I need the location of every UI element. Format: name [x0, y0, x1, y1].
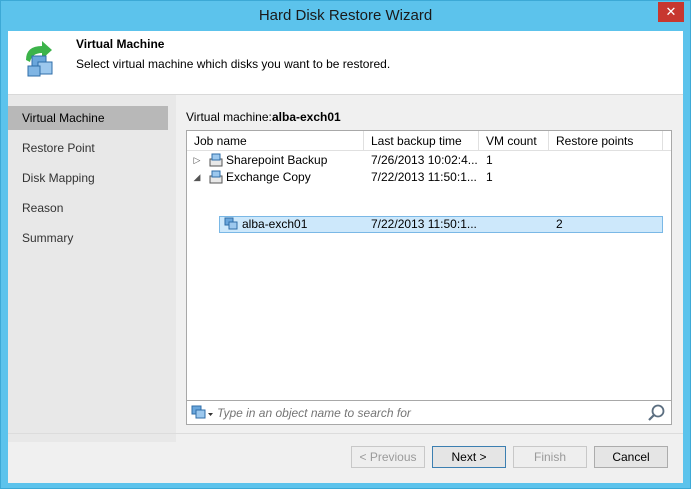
close-button[interactable]: ✕ — [658, 2, 684, 22]
step-title: Virtual Machine — [76, 37, 165, 51]
step-summary[interactable]: Summary — [8, 226, 168, 250]
step-virtual-machine[interactable]: Virtual Machine — [8, 106, 168, 130]
vm-count: 1 — [486, 153, 493, 167]
column-restore-points[interactable]: Restore points — [549, 131, 663, 151]
title-bar[interactable]: Hard Disk Restore Wizard ✕ — [1, 1, 690, 31]
search-bar — [186, 400, 672, 425]
step-restore-point[interactable]: Restore Point — [8, 136, 168, 160]
job-name: Exchange Copy — [226, 170, 311, 184]
last-backup-time: 7/22/2013 11:50:1... — [371, 170, 477, 184]
column-last-backup[interactable]: Last backup time — [364, 131, 479, 151]
wizard-window: Hard Disk Restore Wizard ✕ Virtual Machi… — [0, 0, 691, 489]
wizard-body: Virtual Machine Select virtual machine w… — [8, 31, 683, 483]
tree-row-alba-exch01[interactable]: alba-exch01 7/22/2013 11:50:1... 2 — [187, 216, 671, 233]
search-icon[interactable] — [647, 403, 667, 423]
footer-divider — [8, 433, 683, 434]
step-reason[interactable]: Reason — [8, 196, 168, 220]
next-button[interactable]: Next > — [432, 446, 506, 468]
restore-points — [556, 152, 656, 169]
wizard-header: Virtual Machine Select virtual machine w… — [8, 31, 683, 95]
last-backup-time: 7/22/2013 11:50:1... — [371, 217, 477, 231]
close-icon: ✕ — [665, 4, 677, 19]
finish-button[interactable]: Finish — [513, 446, 587, 468]
step-disk-mapping[interactable]: Disk Mapping — [8, 166, 168, 190]
window-title: Hard Disk Restore Wizard — [258, 7, 433, 24]
vm-restore-icon — [26, 41, 53, 77]
vm-count: 1 — [486, 170, 493, 184]
column-vm-count[interactable]: VM count — [479, 131, 549, 151]
column-job-name[interactable]: Job name — [187, 131, 364, 151]
last-backup-time: 7/26/2013 10:02:4... — [371, 153, 477, 167]
tree-row-sharepoint[interactable]: ▷ Sharepoint Backup 7/26/2013 10:02:4...… — [187, 152, 671, 169]
step-description: Select virtual machine which disks you w… — [76, 57, 391, 71]
grid-header: Job name Last backup time VM count Resto… — [187, 131, 671, 151]
vm-value: alba-exch01 — [272, 110, 341, 124]
backup-job-icon — [209, 170, 223, 184]
vm-count — [486, 216, 546, 233]
cancel-button[interactable]: Cancel — [594, 446, 668, 468]
previous-button[interactable]: < Previous — [351, 446, 425, 468]
jobs-tree-grid[interactable]: Job name Last backup time VM count Resto… — [186, 130, 672, 425]
backup-job-icon — [209, 153, 223, 167]
wizard-steps: Virtual Machine Restore Point Disk Mappi… — [8, 95, 176, 442]
job-name: Sharepoint Backup — [226, 153, 328, 167]
vm-name: alba-exch01 — [242, 217, 308, 231]
tree-row-exchange[interactable]: ◢ Exchange Copy 7/22/2013 11:50:1... 1 — [187, 169, 671, 186]
expand-arrow-icon[interactable]: ▷ — [192, 152, 202, 169]
object-type-dropdown-icon[interactable] — [190, 404, 214, 422]
restore-points: 2 — [556, 217, 563, 231]
vm-label: Virtual machine: — [186, 110, 272, 124]
search-input[interactable] — [217, 404, 637, 422]
collapse-arrow-icon[interactable]: ◢ — [192, 169, 202, 186]
restore-points — [556, 169, 656, 186]
vm-icon — [224, 217, 238, 230]
